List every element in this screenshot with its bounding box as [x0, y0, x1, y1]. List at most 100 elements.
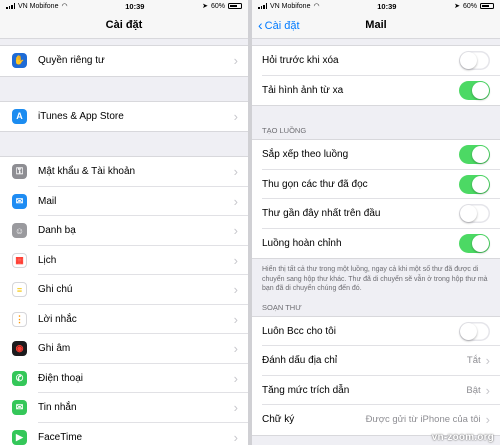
chevron-right-icon: › [233, 311, 238, 327]
threading-group: Sắp xếp theo luồng Thu gọn các thư đã đọc… [252, 139, 500, 259]
settings-item-label: Danh bạ [38, 225, 76, 237]
setting-value: Tắt [466, 355, 481, 367]
setting-label: Tải hình ảnh từ xa [262, 84, 344, 96]
mail-setting-sap-xep-theo-luong: Sắp xếp theo luồng [252, 140, 500, 170]
mail-settings-screen: VN Mobifone ◠ 10:39 ➤ 60% ‹ Cài đặt Mail… [252, 0, 500, 445]
settings-item-lich[interactable]: ▦ Lịch › [0, 246, 248, 276]
settings-group: AiTunes & App Store › [0, 100, 248, 132]
key-icon: ⚿ [12, 164, 27, 180]
reminders-icon: ⋮ [12, 311, 27, 327]
setting-label: Đánh dấu địa chỉ [262, 355, 338, 367]
mail-setting-thu-gon-cac-thu-da-doc: Thu gọn các thư đã đọc [252, 170, 500, 200]
signal-icon [6, 3, 15, 9]
settings-item-ghi-chu[interactable]: ≡ Ghi chú › [0, 275, 248, 305]
status-bar: VN Mobifone ◠ 10:39 ➤ 60% [0, 0, 248, 12]
toggle-knob [472, 234, 489, 252]
threading-header: TẠO LUỒNG [262, 126, 307, 135]
mail-icon: ✉ [12, 193, 27, 209]
settings-item-tin-nhan[interactable]: ✉ Tin nhắn › [0, 393, 248, 423]
chevron-right-icon: › [233, 370, 238, 386]
setting-label: Thư gần đây nhất trên đầu [262, 208, 381, 220]
threading-footnote: Hiển thị tất cả thư trong một luồng, nga… [262, 266, 488, 292]
phone-icon: ✆ [12, 370, 27, 386]
wifi-icon: ◠ [61, 3, 68, 10]
settings-item-label: iTunes & App Store [38, 110, 124, 122]
toggle-knob [460, 52, 477, 70]
hand-icon: ✋ [12, 53, 27, 69]
watermark: vn-zoom.org [431, 432, 494, 443]
mail-setting-luon-bcc-cho-toi: Luôn Bcc cho tôi [252, 317, 500, 347]
back-label: Cài đặt [264, 19, 300, 32]
battery-group: ➤ 60% [454, 2, 494, 10]
toggle-switch[interactable] [459, 51, 490, 71]
settings-item-label: Ghi âm [38, 343, 71, 355]
settings-item-quyen-rieng-tu[interactable]: ✋ Quyền riêng tư › [0, 46, 248, 76]
nav-bar: ‹ Cài đặt Mail [252, 12, 500, 39]
mail-setting-luong-hoan-chinh: Luồng hoàn chỉnh [252, 229, 500, 259]
battery-group: ➤ 60% [202, 2, 242, 10]
toggle-knob [460, 205, 477, 223]
battery-icon [480, 3, 494, 9]
mail-setting-danh-dau-dia-chi[interactable]: Đánh dấu địa chỉ Tắt › [252, 346, 500, 376]
page-title: Mail [365, 19, 387, 31]
chevron-right-icon: › [233, 108, 238, 124]
toggle-knob [472, 146, 489, 164]
settings-item-loi-nhac[interactable]: ⋮ Lời nhắc › [0, 305, 248, 335]
toggle-switch[interactable] [459, 321, 490, 341]
toggle-switch[interactable] [459, 80, 490, 100]
chevron-right-icon: › [485, 412, 490, 428]
setting-label: Chữ ký [262, 414, 295, 426]
settings-item-label: Tin nhắn [38, 402, 77, 414]
toggle-switch[interactable] [459, 174, 490, 194]
settings-item-label: Lịch [38, 254, 57, 266]
page-title: Cài đặt [105, 19, 143, 31]
chevron-right-icon: › [233, 164, 238, 180]
signal-icon [258, 3, 267, 9]
settings-item-ghi-am[interactable]: ◉ Ghi âm › [0, 334, 248, 364]
chevron-right-icon: › [233, 429, 238, 445]
settings-item-mat-khau-tai-khoan[interactable]: ⚿ Mật khẩu & Tài khoản › [0, 157, 248, 187]
settings-item-facetime[interactable]: ▶ FaceTime › [0, 423, 248, 445]
setting-label: Hỏi trước khi xóa [262, 55, 339, 67]
settings-screen: VN Mobifone ◠ 10:39 ➤ 60% Cài đặt ✋ Quyền… [0, 0, 248, 445]
notes-icon: ≡ [12, 282, 27, 298]
chevron-right-icon: › [233, 400, 238, 416]
settings-item-label: Lời nhắc [38, 313, 77, 325]
battery-percent: 60% [210, 2, 225, 10]
settings-item-itunes-app-store[interactable]: AiTunes & App Store › [0, 102, 248, 132]
status-time: 10:39 [377, 1, 397, 11]
signal-group: VN Mobifone ◠ [258, 2, 320, 10]
mail-setting-tang-muc-trich-dan[interactable]: Tăng mức trích dẫn Bật › [252, 376, 500, 406]
mail-setting-tai-hinh-anh-tu-xa: Tải hình ảnh từ xa [252, 76, 500, 106]
toggle-switch[interactable] [459, 233, 490, 253]
chevron-right-icon: › [233, 193, 238, 209]
setting-label: Tăng mức trích dẫn [262, 384, 350, 396]
messages-icon: ✉ [12, 400, 27, 416]
setting-label: Luôn Bcc cho tôi [262, 325, 336, 337]
toggle-knob [472, 81, 489, 99]
toggle-switch[interactable] [459, 204, 490, 224]
battery-percent: 60% [462, 2, 477, 10]
composing-header: SOẠN THƯ [262, 302, 302, 312]
settings-item-dien-thoai[interactable]: ✆ Điện thoại › [0, 364, 248, 394]
calendar-icon: ▦ [12, 252, 27, 268]
chevron-right-icon: › [233, 252, 238, 268]
settings-item-mail[interactable]: ✉ Mail › [0, 187, 248, 217]
chevron-right-icon: › [485, 353, 490, 369]
setting-value: Bật [466, 384, 481, 396]
signal-group: VN Mobifone ◠ [6, 2, 68, 10]
setting-value: Được gửi từ iPhone của tôi [365, 414, 481, 426]
mail-setting-chu-ky[interactable]: Chữ ký Được gửi từ iPhone của tôi › [252, 405, 500, 435]
toggle-switch[interactable] [459, 145, 490, 165]
settings-group: ✋ Quyền riêng tư › [0, 45, 248, 77]
back-button[interactable]: ‹ Cài đặt [258, 12, 300, 39]
mail-setting-hoi-truoc-khi-xoa: Hỏi trước khi xóa [252, 46, 500, 76]
settings-item-label: Mail [38, 195, 57, 207]
composing-group: Luôn Bcc cho tôi Đánh dấu địa chỉ Tắt › Tăng… [252, 315, 500, 436]
status-time: 10:39 [125, 1, 145, 11]
settings-item-danh-ba[interactable]: ☺ Danh bạ › [0, 216, 248, 246]
voice-memos-icon: ◉ [12, 341, 27, 357]
setting-label: Sắp xếp theo luồng [262, 149, 349, 161]
